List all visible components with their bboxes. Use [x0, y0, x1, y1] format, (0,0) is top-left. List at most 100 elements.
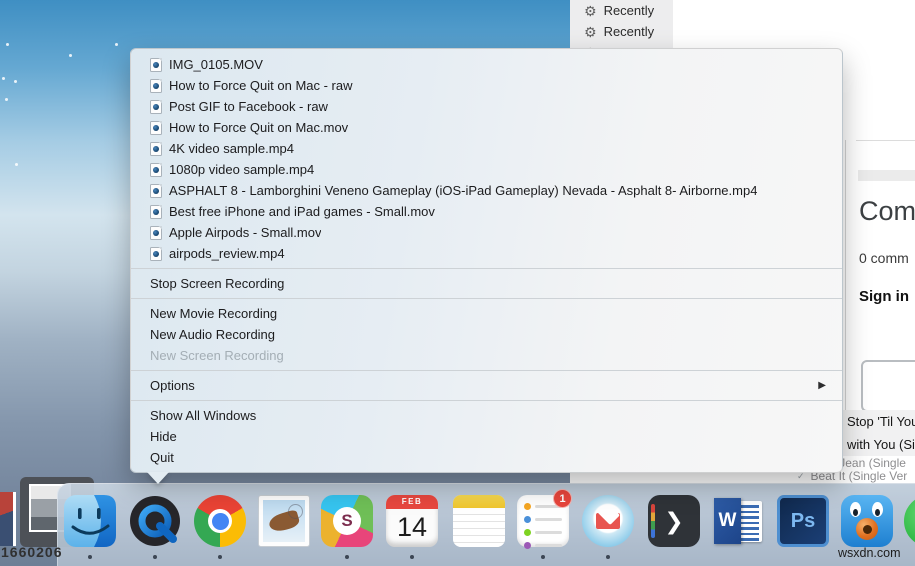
menu-item-recent-file[interactable]: Best free iPhone and iPad games - Small.… [131, 201, 842, 222]
menu-item-recent-file[interactable]: 4K video sample.mp4 [131, 138, 842, 159]
word-letter: W [714, 498, 741, 544]
sign-in-label: Sign in [859, 288, 909, 305]
photo-thumbnail[interactable] [0, 492, 16, 546]
menu-item-show-all-windows[interactable]: Show All Windows [131, 405, 842, 426]
menu-item-quit[interactable]: Quit [131, 447, 842, 468]
sidebar-item-recently-played[interactable]: ⚙ Recently [570, 21, 673, 42]
star [5, 98, 8, 101]
arrow-app-icon: ❯ [648, 495, 700, 547]
song-title: Stop 'Til You [847, 414, 915, 429]
menu-item-recent-file[interactable]: 1080p video sample.mp4 [131, 159, 842, 180]
sidebar-item-recently-added[interactable]: ⚙ Recently [570, 0, 673, 21]
photoshop-icon: Ps [777, 495, 829, 547]
dock-icon-twitterrific[interactable] [841, 495, 893, 547]
slack-icon: S [321, 495, 373, 547]
video-file-icon [150, 225, 162, 240]
watermark-number: 1660206 [1, 544, 63, 560]
menu-item-recent-file[interactable]: ASPHALT 8 - Lamborghini Veneno Gameplay … [131, 180, 842, 201]
running-indicator [88, 555, 92, 559]
divider [856, 140, 915, 141]
comments-heading: Com [859, 196, 915, 226]
video-file-icon [150, 57, 162, 72]
chevron-icon: ❯ [664, 507, 684, 534]
video-file-icon [150, 99, 162, 114]
running-indicator [218, 555, 222, 559]
menu-separator [131, 298, 842, 299]
video-file-icon [150, 78, 162, 93]
sidebar-item-label: Recently [603, 24, 655, 39]
menu-item-options[interactable]: Options ▶ [131, 375, 842, 396]
submenu-arrow-icon: ▶ [818, 380, 826, 391]
gear-icon: ⚙ [584, 23, 597, 40]
comments-count: 0 comm [859, 250, 909, 266]
watermark-site: wsxdn.com [838, 546, 901, 560]
dock-icon-chrome[interactable] [194, 495, 246, 559]
dock-icon-word[interactable]: W [713, 495, 765, 547]
menu-separator [131, 268, 842, 269]
finder-icon [64, 495, 116, 547]
menu-item-new-screen-recording: New Screen Recording [150, 348, 284, 363]
calendar-day: 14 [396, 512, 428, 542]
dock-icon-photoshop[interactable]: Ps [777, 495, 829, 547]
dock-icon-reminders[interactable]: 1 [517, 489, 572, 559]
menu-item-recent-file[interactable]: How to Force Quit on Mac.mov [131, 117, 842, 138]
whatsapp-icon [904, 495, 915, 547]
dock-icon-whatsapp-partial[interactable] [904, 495, 915, 547]
twitterrific-icon [841, 495, 893, 547]
notes-icon [453, 495, 505, 547]
quicktime-icon [130, 496, 180, 546]
star [2, 77, 5, 80]
dock: S FEB 14 1 ❯ W Ps [57, 483, 915, 566]
browser-comments-panel: Com 0 comm Sign in [845, 140, 915, 412]
notification-badge: 1 [553, 489, 572, 508]
running-indicator [410, 555, 414, 559]
menu-item-recent-file[interactable]: IMG_0105.MOV [131, 54, 842, 75]
word-icon: W [713, 495, 765, 547]
desktop: ⚙ Recently ⚙ Recently ⚙ Top 25 M Com 0 c… [0, 0, 915, 566]
comment-textbox[interactable] [861, 360, 915, 412]
video-file-icon [150, 120, 162, 135]
bird-eye [850, 502, 861, 517]
video-file-icon [150, 204, 162, 219]
calendar-month: FEB [386, 495, 438, 509]
dock-icon-airmail[interactable] [582, 495, 634, 559]
dock-icon-calendar[interactable]: FEB 14 [386, 495, 438, 559]
menu-item-stop-screen-recording[interactable]: Stop Screen Recording [131, 273, 842, 294]
gear-icon: ⚙ [584, 2, 597, 19]
envelope [596, 513, 620, 529]
menu-separator [131, 370, 842, 371]
star [69, 54, 72, 57]
dock-icon-finder[interactable] [64, 495, 116, 559]
star [115, 43, 118, 46]
menu-item-recent-file[interactable]: Apple Airpods - Small.mov [131, 222, 842, 243]
dock-icon-launcher[interactable]: ❯ [648, 495, 700, 547]
running-indicator [345, 555, 349, 559]
menu-item-recent-file[interactable]: How to Force Quit on Mac - raw [131, 75, 842, 96]
calendar-icon: FEB 14 [386, 495, 438, 547]
dock-icon-quicktime[interactable] [129, 495, 181, 559]
song-title: with You (Sin [847, 437, 915, 452]
dock-icon-slack[interactable]: S [321, 495, 373, 559]
dock-icon-mail[interactable] [258, 495, 310, 547]
running-indicator [606, 555, 610, 559]
bird-eye [872, 502, 883, 517]
running-indicator [541, 555, 545, 559]
star [15, 163, 18, 166]
postmark [288, 504, 303, 519]
airmail-icon [582, 495, 634, 547]
quicktime-dock-menu: IMG_0105.MOV How to Force Quit on Mac - … [130, 48, 843, 484]
video-file-icon [150, 246, 162, 261]
slack-letter: S [341, 511, 353, 530]
menu-item-recent-file[interactable]: Post GIF to Facebook - raw [131, 96, 842, 117]
star [14, 80, 17, 83]
video-file-icon [150, 141, 162, 156]
menu-item-new-audio-recording[interactable]: New Audio Recording [131, 324, 842, 345]
menu-pointer-tail [147, 472, 169, 484]
sidebar-item-label: Recently [603, 3, 655, 18]
menu-item-hide[interactable]: Hide [131, 426, 842, 447]
menu-item-recent-file[interactable]: airpods_review.mp4 [131, 243, 842, 264]
video-file-icon [150, 162, 162, 177]
menu-item-new-movie-recording[interactable]: New Movie Recording [131, 303, 842, 324]
dock-icon-notes[interactable] [453, 495, 505, 547]
chrome-icon [194, 495, 246, 547]
